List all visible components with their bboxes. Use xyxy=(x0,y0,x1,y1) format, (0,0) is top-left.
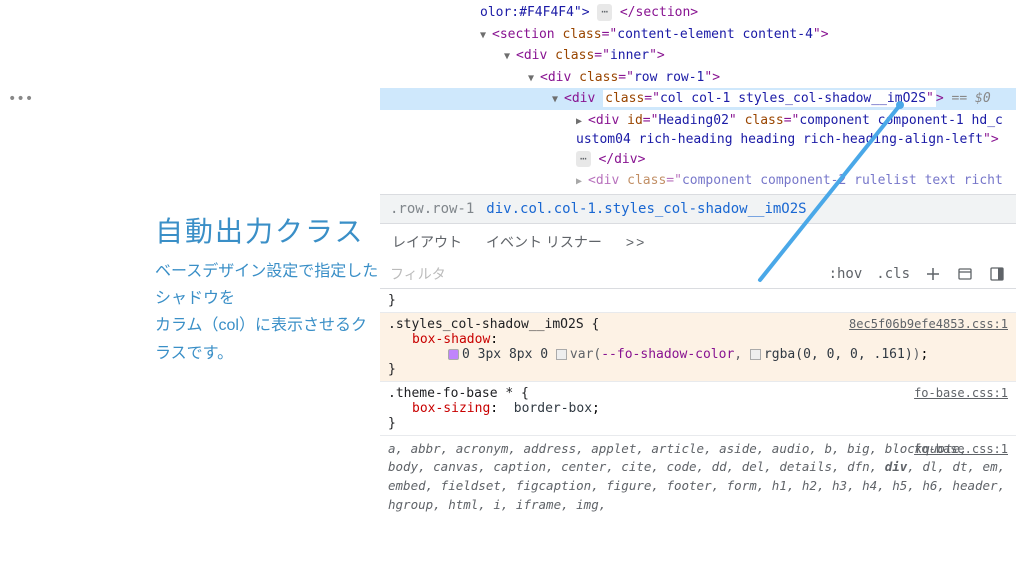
filter-input[interactable]: フィルタ xyxy=(390,264,446,284)
css-selector: .styles_col-shadow__imO2S { xyxy=(388,317,599,332)
dom-node-next[interactable]: <div class="component component-2 ruleli… xyxy=(380,170,1016,192)
attr-class: component component-2 rulelist text rich… xyxy=(682,173,1003,188)
shadow-swatch-icon[interactable] xyxy=(448,349,459,360)
css-selector: .theme-fo-base * { xyxy=(388,386,529,401)
source-link[interactable]: fo-base.css:1 xyxy=(914,440,1008,458)
annotation-title: 自動出力クラス xyxy=(155,210,364,250)
more-actions-icon[interactable]: ••• xyxy=(4,89,33,110)
source-link[interactable]: 8ec5f06b9efe4853.css:1 xyxy=(849,317,1008,331)
annotation-line-1: ベースデザイン設定で指定したシャドウを xyxy=(155,258,380,312)
annotation-description: ベースデザイン設定で指定したシャドウを カラム（col）に表示させるクラスです。 xyxy=(155,258,380,367)
style-rule-element[interactable]: } xyxy=(380,289,1016,313)
attr-value-selected: col col-1 styles_col-shadow__imO2S xyxy=(660,91,926,106)
ua-div-tag: div xyxy=(885,459,908,474)
styles-toolbar: フィルタ :hov .cls xyxy=(380,260,1016,289)
dom-node-truncated[interactable]: olor:#F4F4F4"> ⋯ </section> xyxy=(380,2,1016,24)
caret-down-icon[interactable] xyxy=(552,92,564,107)
style-rule-shadow[interactable]: 8ec5f06b9efe4853.css:1 .styles_col-shado… xyxy=(380,313,1016,382)
dom-node-heading[interactable]: <div id="Heading02" class="component com… xyxy=(380,110,1016,171)
panel-toggle-icon[interactable] xyxy=(988,265,1006,283)
cls-toggle[interactable]: .cls xyxy=(876,266,910,282)
caret-right-icon[interactable] xyxy=(576,174,588,189)
computed-styles-icon[interactable] xyxy=(956,265,974,283)
css-property[interactable]: box-sizing xyxy=(412,401,490,416)
tab-event-listeners[interactable]: イベント リスナー xyxy=(486,232,602,252)
dom-node-inner[interactable]: <div class="inner"> xyxy=(380,45,1016,67)
attr-value: inner xyxy=(610,48,649,63)
attr-fragment: olor:#F4F4F4"> xyxy=(480,5,590,20)
styles-tabs: レイアウト イベント リスナー >> xyxy=(380,224,1016,260)
dom-node-section[interactable]: <section class="content-element content-… xyxy=(380,24,1016,46)
annotation-line-2: カラム（col）に表示させるクラスです。 xyxy=(155,312,380,366)
close-tag: </div> xyxy=(598,152,645,167)
caret-down-icon[interactable] xyxy=(528,71,540,86)
ua-tags: a, abbr, acronym, address, applet, artic… xyxy=(388,441,967,475)
css-value[interactable]: border-box xyxy=(514,401,592,416)
breadcrumb-item[interactable]: .row.row-1 xyxy=(390,201,474,217)
caret-down-icon[interactable] xyxy=(504,49,516,64)
ellipsis-icon[interactable]: ⋯ xyxy=(576,151,591,168)
tabs-more-icon[interactable]: >> xyxy=(626,234,646,250)
devtools-panel: olor:#F4F4F4"> ⋯ </section> <section cla… xyxy=(380,0,1016,564)
caret-right-icon[interactable] xyxy=(576,114,588,129)
css-fallback[interactable]: rgba(0, 0, 0, .161) xyxy=(764,347,913,362)
breadcrumb-bar: .row.row-1 div.col.col-1.styles_col-shad… xyxy=(380,194,1016,224)
css-var-name[interactable]: --fo-shadow-color xyxy=(601,347,734,362)
caret-down-icon[interactable] xyxy=(480,28,492,43)
dom-tree[interactable]: olor:#F4F4F4"> ⋯ </section> <section cla… xyxy=(380,0,1016,194)
css-value[interactable]: 0 3px 8px 0 xyxy=(462,347,556,362)
add-rule-icon[interactable] xyxy=(924,265,942,283)
style-rule-theme[interactable]: fo-base.css:1 .theme-fo-base * { box-siz… xyxy=(380,382,1016,436)
dom-node-row[interactable]: <div class="row row-1"> xyxy=(380,67,1016,89)
styles-pane: } 8ec5f06b9efe4853.css:1 .styles_col-sha… xyxy=(380,289,1016,519)
css-property[interactable]: box-shadow xyxy=(412,332,490,347)
dom-node-selected[interactable]: ••• <div class="col col-1 styles_col-sha… xyxy=(380,88,1016,110)
attr-id: Heading02 xyxy=(658,113,728,128)
ellipsis-icon[interactable]: ⋯ xyxy=(597,4,612,21)
tab-layout[interactable]: レイアウト xyxy=(392,232,462,252)
color-swatch-icon[interactable] xyxy=(750,349,761,360)
hov-toggle[interactable]: :hov xyxy=(829,266,863,282)
attr-value: row row-1 xyxy=(634,70,704,85)
style-rule-useragent[interactable]: fo-base.css:1 a, abbr, acronym, address,… xyxy=(380,436,1016,519)
eq0-marker: == $0 xyxy=(944,91,991,106)
source-link[interactable]: fo-base.css:1 xyxy=(914,386,1008,400)
color-swatch-icon[interactable] xyxy=(556,349,567,360)
close-brace: } xyxy=(388,293,396,308)
close-tag: </section> xyxy=(620,5,698,20)
attr-value: content-element content-4 xyxy=(617,27,813,42)
breadcrumb-selected[interactable]: div.col.col-1.styles_col-shadow__imO2S xyxy=(486,201,806,217)
